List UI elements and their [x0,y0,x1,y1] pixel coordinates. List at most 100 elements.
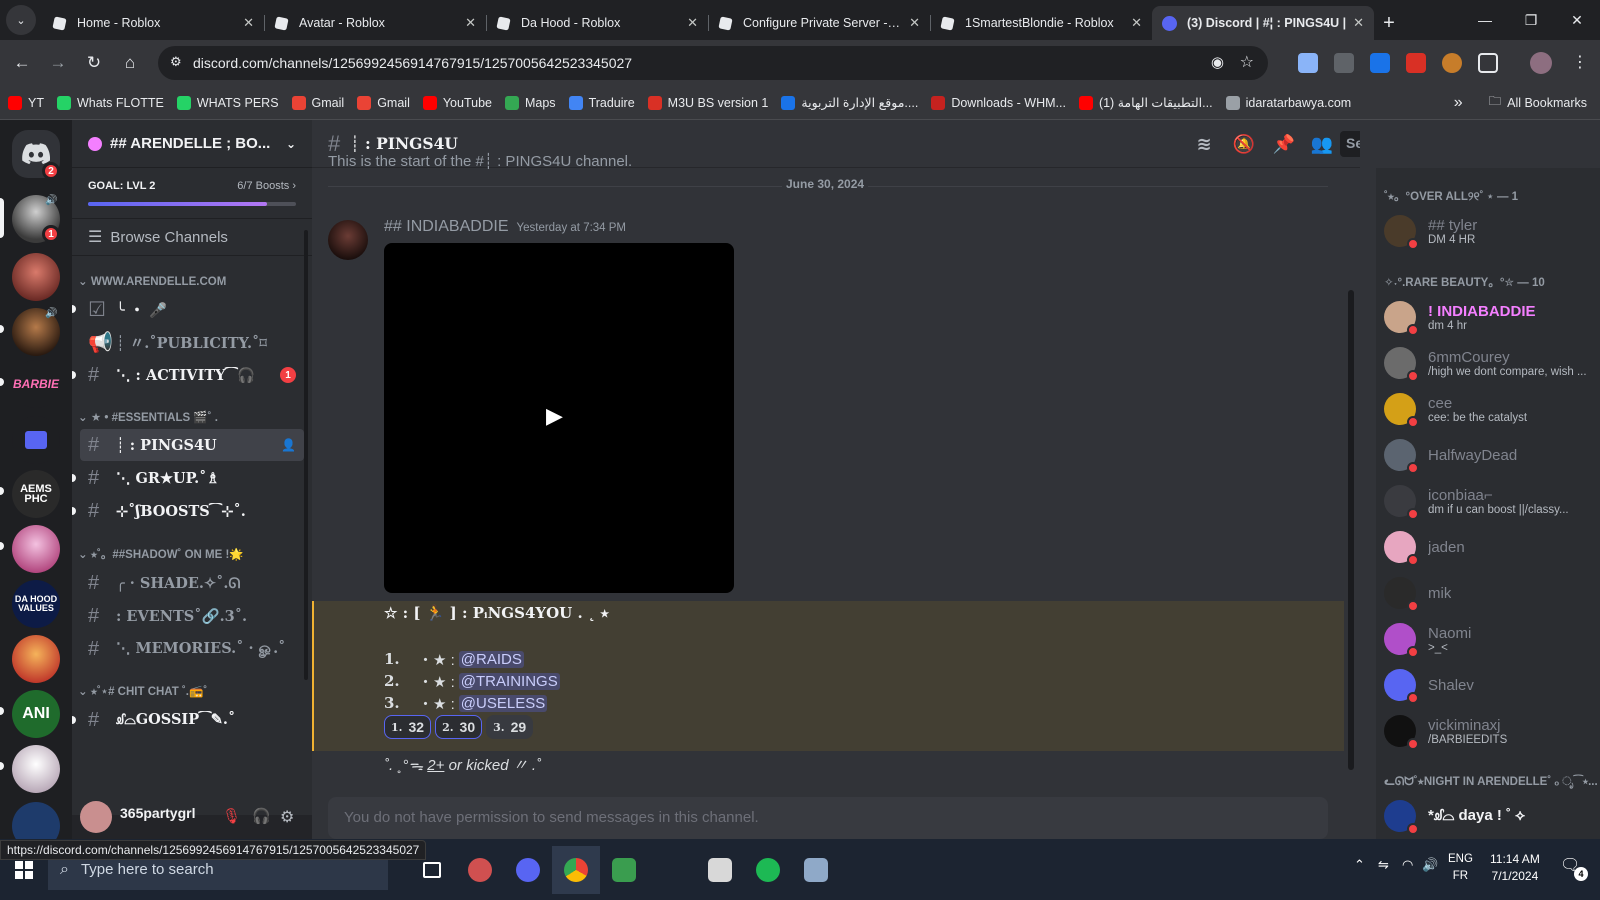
server-icon-barbie[interactable]: BARBIE [12,360,60,408]
channel-list-scrollbar[interactable] [304,230,308,680]
server-icon[interactable] [12,745,60,793]
extensions-puzzle-icon[interactable] [1478,53,1498,73]
volume-icon[interactable]: 🔊 [1422,857,1438,873]
server-icon-ani[interactable]: ANI [12,690,60,738]
bookmark-item[interactable]: Maps [504,95,556,110]
threads-icon[interactable]: ≋ [1192,132,1216,156]
bookmark-item[interactable]: Traduire [568,95,635,110]
chevron-up-icon[interactable]: ⌃ [1354,857,1365,873]
extension-icon[interactable] [1298,53,1318,73]
message-author[interactable]: ## INDIABADDIE [384,218,508,236]
avatar[interactable] [80,801,112,833]
more-bookmarks-icon[interactable]: » [1454,94,1463,112]
channel-item[interactable]: # ⊹˚ʃBOOSTS⁀⊹˚. [72,495,304,527]
taskbar-chrome[interactable] [552,845,600,894]
channel-category[interactable]: ⌄ WWW.ARENDELLE.COM [72,256,312,292]
back-button[interactable]: ← [4,45,40,81]
channel-item[interactable]: 📢 ┊ 〃.˚PUBLICITY.˚⌑ [80,326,304,358]
close-icon[interactable]: ✕ [1131,15,1142,31]
channel-item[interactable]: # ⋱ : ACTIVITY⁀🎧 1 [72,359,304,391]
server-icon[interactable] [12,635,60,683]
member-item[interactable]: jaden [1376,524,1600,570]
browser-tab[interactable]: 1SmartestBlondie - Roblox ✕ [930,6,1152,40]
reload-button[interactable]: ↻ [76,45,112,81]
network-icon[interactable]: ⇋ [1378,857,1389,873]
bookmark-item[interactable]: Whats FLOTTE [56,95,164,110]
channel-item[interactable]: ☑ ╰ ・ 🎤 [72,293,304,325]
channel-item[interactable]: # ╭ · SHADE.✧˚.ᘏ [80,567,304,599]
member-item[interactable]: ! INDIABADDIE dm 4 hr [1376,294,1600,340]
browser-tab[interactable]: Avatar - Roblox ✕ [264,6,486,40]
channel-item[interactable]: # ⋱ MEMORIES.˚ · ௐ.˚ [80,633,304,665]
search-input[interactable]: Search⌕ [1340,131,1360,157]
url-field[interactable]: ⚙ discord.com/channels/12569924569147679… [158,46,1268,80]
profile-avatar[interactable] [1530,52,1552,74]
role-mention[interactable]: @TRAININGS [458,672,560,690]
member-item[interactable]: 6mmCourey/high we dont compare, wish ... [1376,340,1600,386]
bookmark-item[interactable]: idaratarbawya.com [1225,95,1351,110]
browser-tab[interactable]: Home - Roblox ✕ [42,6,264,40]
channel-item[interactable]: # ┊ : PINGS4U 👤 [80,429,304,461]
reaction-button[interactable]: 3. 29 [486,715,534,739]
site-info-icon[interactable]: ⚙ [170,54,182,70]
folder-icon[interactable] [12,416,60,464]
add-member-icon[interactable]: 👤 [281,438,296,452]
channel-category[interactable]: ⌄ ★ • #ESSENTIALS 🎬˚ . [72,392,312,428]
language-indicator[interactable]: ENG FR [1448,851,1473,885]
tab-search-button[interactable]: ⌄ [6,5,36,35]
close-icon[interactable]: ✕ [243,15,254,31]
server-icon[interactable] [12,253,60,301]
mic-muted-icon[interactable]: 🎙 [222,807,241,825]
server-header[interactable]: ## ARENDELLE ; BO... ⌄ [72,120,312,168]
play-icon[interactable]: ▶ [546,403,563,429]
member-item[interactable]: Shalev [1376,662,1600,708]
eye-off-icon[interactable]: ◉ [1211,53,1224,71]
reaction-button[interactable]: 1. 32 [384,715,432,739]
member-item[interactable]: vickiminaxj/BARBIEEDITS [1376,708,1600,754]
taskbar-app[interactable] [792,846,840,894]
bookmark-item[interactable]: Downloads - WHM... [931,95,1066,110]
member-item[interactable]: Naomi >_< [1376,616,1600,662]
bookmark-item[interactable]: (1) التطبيقات الهامة... [1078,95,1213,110]
channel-item[interactable]: # ᦾ⌓GOSSIP⁀✎.˚ [72,704,304,736]
channel-item[interactable]: # ⋱ GR★UP.˚♗ [72,462,304,494]
reaction-button[interactable]: 2. 30 [435,715,483,739]
bookmark-item[interactable]: Gmail [291,95,344,110]
discord-home-button[interactable]: 2 [12,130,60,180]
headphones-icon[interactable]: 🎧 [252,807,271,825]
member-item[interactable]: cee cee: be the catalyst [1376,386,1600,432]
bookmark-item[interactable]: M3U BS version 1 [647,95,768,110]
taskbar-discord[interactable] [504,846,552,894]
pin-icon[interactable]: 📌 [1272,132,1296,156]
channel-category[interactable]: ⌄ ⭑˚。##SHADOW˚ ON ME !🌟 [72,528,312,566]
close-icon[interactable]: ✕ [687,15,698,31]
all-bookmarks-folder[interactable]: 🗀 All Bookmarks [1489,92,1587,113]
member-item[interactable]: ## tyler DM 4 HR [1376,208,1600,254]
close-icon[interactable]: ✕ [1353,15,1364,31]
minimize-button[interactable]: — [1462,0,1508,40]
avatar[interactable] [328,220,368,260]
browser-tab[interactable]: Configure Private Server - Ro ✕ [708,6,930,40]
forward-button[interactable]: → [40,45,76,81]
kebab-menu-icon[interactable]: ⋮ [1572,52,1588,72]
close-icon[interactable]: ✕ [465,15,476,31]
notification-bell-off-icon[interactable]: 🔕 [1232,132,1256,156]
server-icon-aems[interactable]: AEMS PHC [12,470,60,518]
video-embed[interactable]: ▶ [384,243,734,593]
close-icon[interactable]: ✕ [909,15,920,31]
taskbar-app[interactable] [600,846,648,894]
boost-goal[interactable]: GOAL: LVL 2 6/7 Boosts › [72,168,312,218]
server-icon-arendelle[interactable]: 1 🔊 [12,195,60,243]
member-item[interactable]: mik [1376,570,1600,616]
new-tab-button[interactable]: + [1374,6,1404,40]
cookie-icon[interactable] [1442,53,1462,73]
star-icon[interactable]: ☆ [1240,52,1254,72]
restore-button[interactable]: ❐ [1508,0,1554,40]
browser-tab[interactable]: Da Hood - Roblox ✕ [486,6,708,40]
extension-icon[interactable] [1334,53,1354,73]
bookmark-item[interactable]: موقع الإدارة التربوية.... [781,95,918,110]
home-button[interactable]: ⌂ [112,45,148,81]
server-icon[interactable] [12,525,60,573]
clock[interactable]: 11:14 AM 7/1/2024 [1490,851,1540,885]
extension-icon[interactable] [1370,53,1390,73]
